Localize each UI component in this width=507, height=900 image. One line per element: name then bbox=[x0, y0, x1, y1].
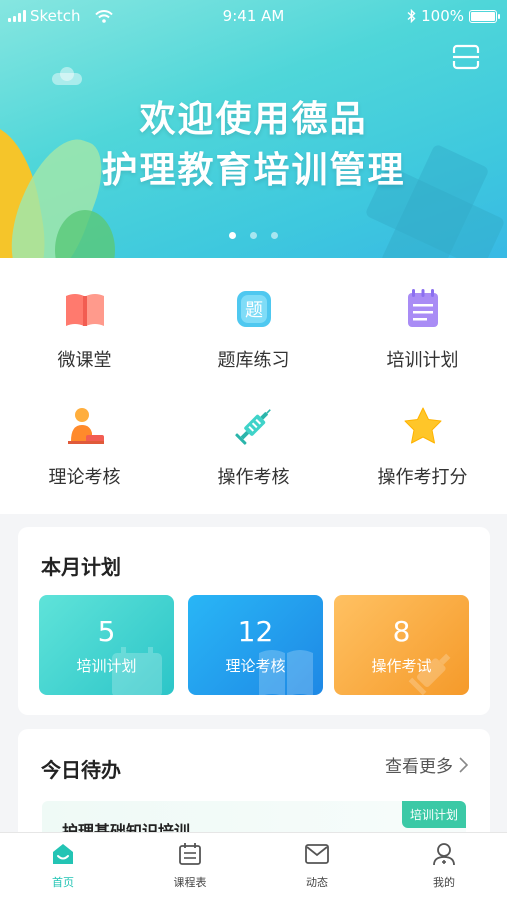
carousel-indicator[interactable] bbox=[0, 232, 507, 239]
tab-label: 首页 bbox=[52, 876, 74, 889]
tab-label: 课程表 bbox=[173, 876, 207, 889]
calendar-icon bbox=[179, 843, 201, 865]
monthly-plan-card: 本月计划 5 培训计划 12 理论考核 8 操作考试 bbox=[18, 527, 490, 715]
syringe-icon bbox=[235, 409, 271, 445]
today-todo-card: 今日待办 查看更多 护理基础知识培训 培训计划 bbox=[18, 729, 490, 849]
menu-item-practical-exam[interactable]: 操作考核 bbox=[169, 375, 338, 493]
banner-subtitle: 护理教育培训管理 bbox=[101, 150, 406, 191]
tab-bar: 首页 课程表 动态 我的 bbox=[0, 832, 507, 900]
menu-item-question-bank[interactable]: 题 题库练习 bbox=[169, 258, 338, 376]
menu-label: 培训计划 bbox=[386, 350, 459, 371]
plan-count: 5 bbox=[97, 615, 116, 648]
plan-tile-theory[interactable]: 12 理论考核 bbox=[188, 595, 323, 695]
section-title: 本月计划 bbox=[41, 555, 121, 579]
menu-label: 题库练习 bbox=[217, 350, 290, 371]
home-icon bbox=[53, 844, 73, 864]
section-title: 今日待办 bbox=[41, 758, 121, 782]
book-icon bbox=[66, 294, 104, 326]
battery-icon bbox=[469, 9, 500, 23]
star-icon bbox=[404, 407, 442, 444]
profile-icon bbox=[433, 843, 455, 866]
carousel-dot[interactable] bbox=[250, 232, 257, 239]
tab-label: 我的 bbox=[433, 876, 455, 889]
notepad-icon bbox=[408, 289, 438, 327]
tab-schedule[interactable]: 课程表 bbox=[127, 841, 253, 899]
cloud-decoration bbox=[52, 67, 82, 85]
tab-profile[interactable]: 我的 bbox=[381, 841, 507, 899]
menu-label: 理论考核 bbox=[48, 467, 121, 488]
mail-icon bbox=[305, 844, 329, 864]
bluetooth-icon bbox=[407, 9, 416, 23]
menu-item-training-plan[interactable]: 培训计划 bbox=[338, 258, 507, 376]
menu-item-theory-exam[interactable]: 理论考核 bbox=[0, 375, 169, 493]
tab-label: 动态 bbox=[306, 876, 328, 889]
carousel-dot[interactable] bbox=[229, 232, 236, 239]
plan-tile-practical[interactable]: 8 操作考试 bbox=[334, 595, 469, 695]
battery-percent: 100% bbox=[421, 7, 464, 25]
view-more-label: 查看更多 bbox=[385, 757, 453, 777]
carousel-dot[interactable] bbox=[271, 232, 278, 239]
banner[interactable]: Sketch 9:41 AM 100% 欢迎使用德品 护理教育培训管理 bbox=[0, 0, 507, 258]
student-desk-icon bbox=[68, 408, 104, 444]
tab-news[interactable]: 动态 bbox=[254, 841, 380, 899]
plan-label: 培训计划 bbox=[76, 657, 137, 675]
menu-item-micro-class[interactable]: 微课堂 bbox=[0, 258, 169, 376]
plan-label: 理论考核 bbox=[225, 657, 286, 675]
menu-label: 操作考核 bbox=[217, 467, 290, 488]
plan-tile-training[interactable]: 5 培训计划 bbox=[39, 595, 174, 695]
status-bar: Sketch 9:41 AM 100% bbox=[0, 0, 507, 34]
plan-count: 12 bbox=[237, 615, 274, 648]
scan-icon[interactable] bbox=[452, 44, 480, 70]
menu-item-practical-scoring[interactable]: 操作考打分 bbox=[338, 375, 507, 493]
tab-home[interactable]: 首页 bbox=[0, 841, 126, 899]
svg-text:题: 题 bbox=[245, 300, 263, 321]
question-bank-icon: 题 bbox=[237, 291, 271, 327]
todo-item-tag: 培训计划 bbox=[401, 801, 466, 828]
menu-label: 操作考打分 bbox=[377, 467, 468, 488]
plan-count: 8 bbox=[392, 615, 411, 648]
menu-label: 微课堂 bbox=[57, 350, 112, 371]
plan-label: 操作考试 bbox=[371, 657, 432, 675]
banner-title: 欢迎使用德品 bbox=[139, 99, 368, 140]
feature-grid: 微课堂 题 题库练习 培训计划 理论考核 操作考核 操作考打分 bbox=[0, 258, 507, 514]
chevron-right-icon bbox=[459, 756, 468, 773]
view-more-link[interactable]: 查看更多 bbox=[385, 752, 468, 777]
